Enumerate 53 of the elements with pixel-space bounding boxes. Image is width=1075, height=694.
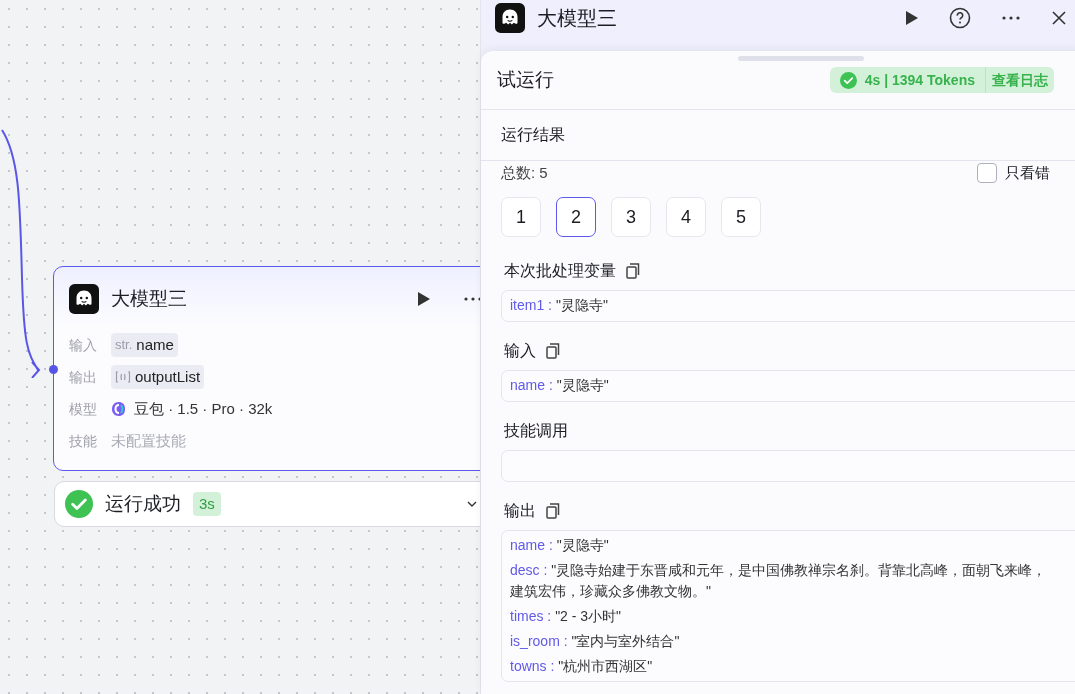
copy-icon[interactable] — [546, 503, 560, 519]
output-line: times : "2 - 3小时" — [510, 607, 623, 626]
duration-badge: 3s — [193, 492, 221, 516]
section-heading: 运行结果 — [501, 125, 565, 145]
output-line: item1 : "灵隐寺" — [510, 296, 609, 315]
page-tab[interactable]: 5 — [721, 197, 761, 237]
close-icon[interactable] — [1051, 10, 1067, 26]
page-tab[interactable]: 4 — [666, 197, 706, 237]
help-icon[interactable] — [949, 7, 971, 29]
page-tab[interactable]: 2 — [556, 197, 596, 237]
output-line: towns : "杭州市西湖区" — [510, 657, 654, 676]
drag-handle[interactable] — [738, 56, 864, 61]
play-icon[interactable] — [417, 291, 431, 307]
more-icon[interactable] — [1001, 15, 1021, 21]
output-line: is_room : "室内与室外结合" — [510, 632, 681, 651]
output-line: desc : "灵隐寺始建于东晋咸和元年，是中国佛教禅宗名刹。背靠北高峰，面朝飞来峰，建筑宏伟，珍藏众多佛教文物。" — [510, 561, 1048, 601]
variable-tag: str. name — [111, 333, 178, 357]
output-line: name : "灵隐寺" — [510, 376, 610, 395]
page-tab[interactable]: 3 — [611, 197, 651, 237]
field-label: 输入 — [69, 335, 98, 355]
run-status-text: 运行成功 — [105, 491, 181, 516]
field-label: 模型 — [69, 399, 98, 419]
panel-title: 大模型三 — [537, 6, 618, 31]
output-line: name : "灵隐寺" — [510, 536, 610, 555]
variable-tag: outputList — [111, 365, 205, 389]
section-heading: 输出 — [504, 501, 536, 521]
list-type-icon — [115, 371, 131, 383]
node-title: 大模型三 — [111, 286, 188, 311]
chevron-down-icon[interactable] — [467, 500, 477, 508]
model-logo-icon — [111, 401, 126, 417]
success-check-icon — [65, 490, 93, 518]
section-heading: 本次批处理变量 — [504, 261, 616, 281]
play-icon[interactable] — [905, 10, 919, 26]
ghost-logo-icon — [69, 284, 99, 314]
copy-icon[interactable] — [546, 343, 560, 359]
run-summary-text: 4s | 1394 Tokens — [864, 70, 975, 90]
run-status-bar[interactable]: 运行成功 3s — [54, 481, 480, 527]
field-label: 技能 — [69, 431, 98, 451]
field-label: 输出 — [69, 367, 98, 387]
copy-icon[interactable] — [626, 263, 640, 279]
node-card[interactable]: 大模型三 输入 str. name 输出 outputList 模型 豆包 · 1.5 · Pro · 32k 技能 未配置技能 — [53, 266, 480, 471]
sheet-title: 试运行 — [497, 67, 555, 92]
total-count: 总数: 5 — [501, 162, 549, 183]
section-heading: 输入 — [504, 341, 536, 361]
field-value: 未配置技能 — [111, 430, 186, 451]
ghost-logo-icon — [495, 3, 525, 33]
section-heading: 技能调用 — [504, 421, 568, 441]
input-port[interactable] — [49, 365, 58, 374]
success-check-icon — [839, 71, 857, 89]
page-tab[interactable]: 1 — [501, 197, 541, 237]
checkbox-label: 只看错 — [1005, 162, 1050, 183]
checkbox[interactable] — [977, 163, 997, 183]
model-name: 豆包 · 1.5 · Pro · 32k — [134, 398, 273, 419]
